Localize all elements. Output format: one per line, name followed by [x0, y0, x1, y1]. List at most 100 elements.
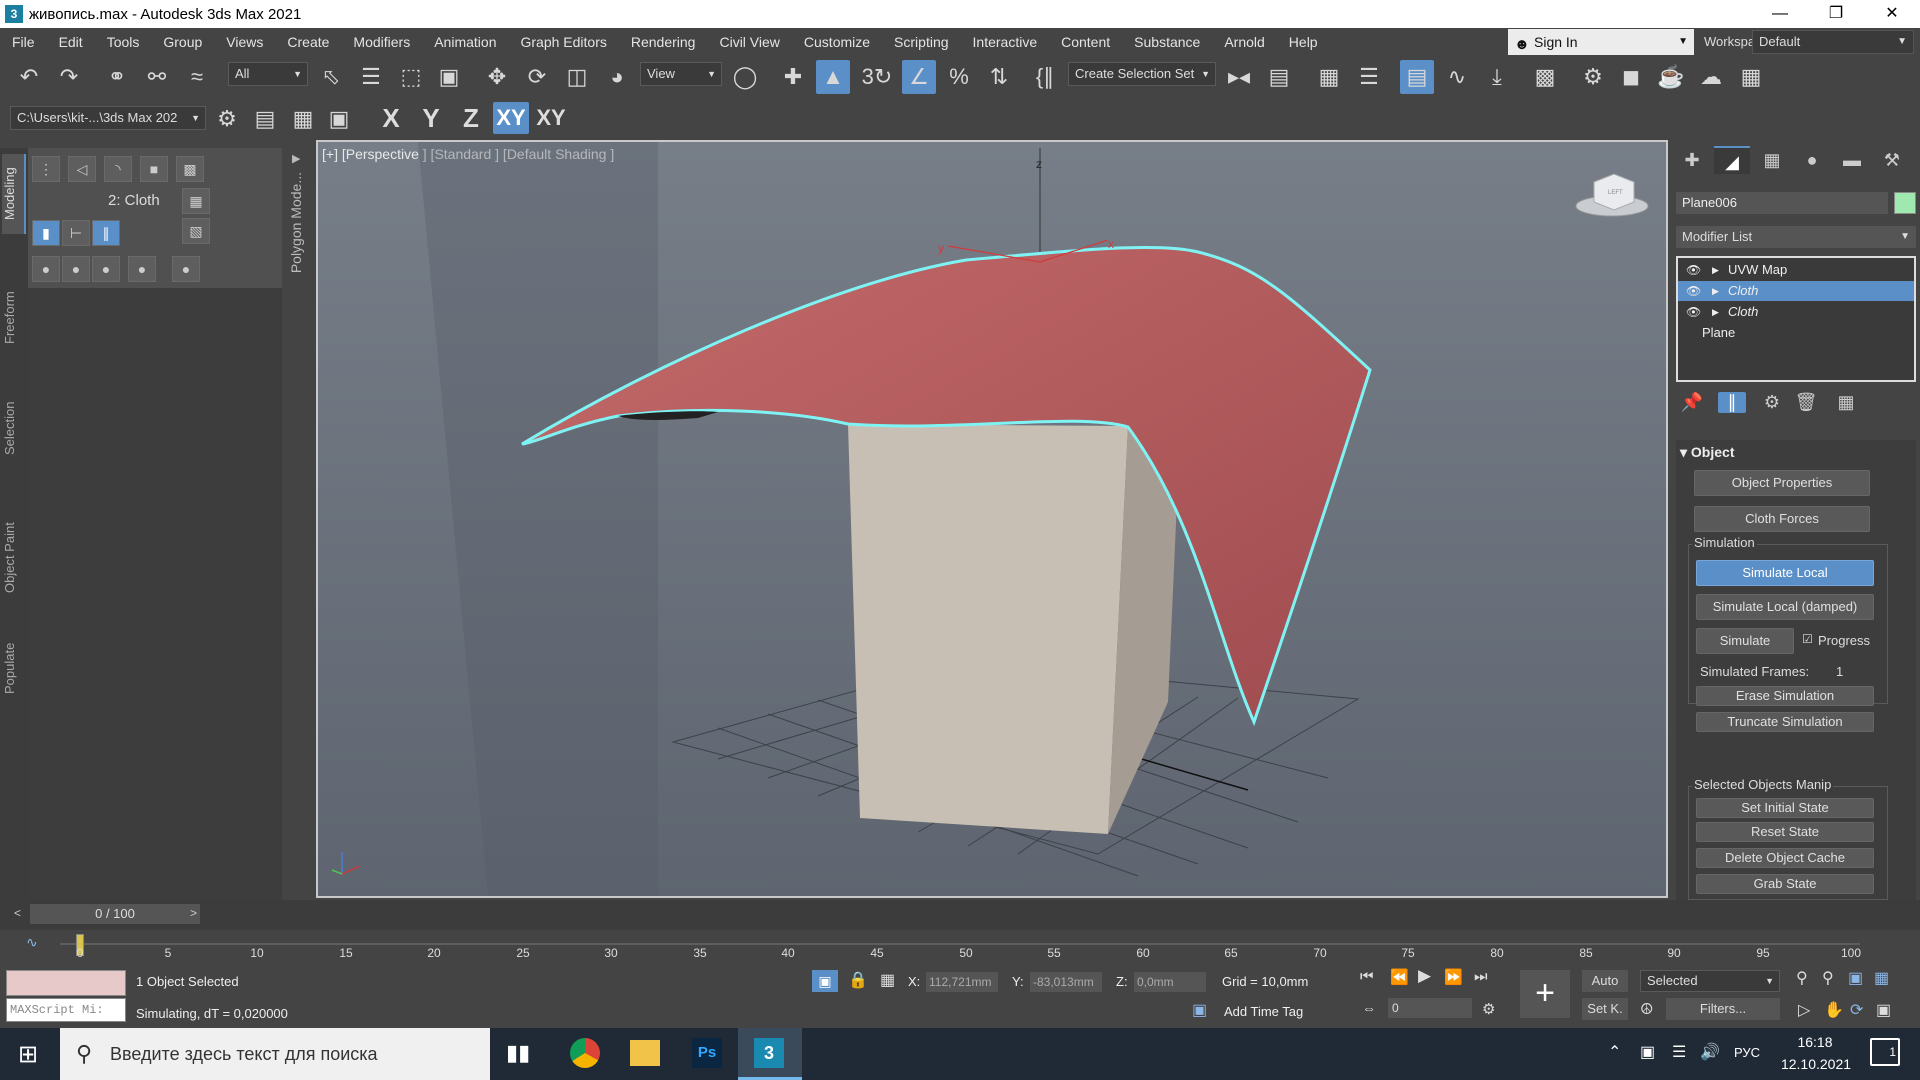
simulate-local-button[interactable]: Simulate Local — [1696, 560, 1874, 586]
notifications-icon[interactable]: 1 — [1870, 1038, 1900, 1066]
tab-object-paint[interactable]: Object Paint — [2, 508, 26, 608]
vertex-icon[interactable]: ⋮ — [32, 156, 60, 182]
menu-tools[interactable]: Tools — [95, 28, 152, 56]
field-of-view-icon[interactable]: ▷ — [1798, 1000, 1810, 1020]
project-folder-icon[interactable]: ▤ — [248, 102, 282, 136]
isolate-selection-icon[interactable]: ▣ — [812, 970, 838, 992]
play-icon[interactable]: ▶ — [1418, 966, 1431, 986]
menu-content[interactable]: Content — [1049, 28, 1122, 56]
render-grid-icon[interactable]: ▦ — [1734, 60, 1768, 94]
volume-icon[interactable]: 🔊 — [1700, 1042, 1720, 1062]
curve-editor-toggle-icon[interactable]: ∿ — [26, 934, 38, 951]
expand-icon[interactable]: ▶ — [1712, 281, 1719, 301]
mirror-icon[interactable]: ▸◂ — [1222, 60, 1256, 94]
key-filters-icon[interactable]: ☮ — [1640, 1000, 1653, 1018]
tab-freeform[interactable]: Freeform — [2, 278, 26, 358]
menu-animation[interactable]: Animation — [422, 28, 508, 56]
link-icon[interactable]: ⚭ — [100, 60, 134, 94]
maxscript-listener-output[interactable] — [6, 970, 126, 996]
constrain-z-button[interactable]: Z — [453, 102, 489, 134]
object-properties-button[interactable]: Object Properties — [1694, 470, 1870, 496]
modifier-list-dropdown[interactable]: Modifier List ▼ — [1676, 226, 1916, 248]
remove-modifier-icon[interactable]: 🗑 — [1792, 392, 1820, 413]
object-color-swatch[interactable] — [1894, 192, 1916, 214]
file-explorer-icon[interactable] — [630, 1040, 660, 1066]
zoom-all-icon[interactable]: ⚲ — [1822, 968, 1834, 988]
create-tab-icon[interactable]: ✚ — [1674, 146, 1710, 174]
menu-interactive[interactable]: Interactive — [961, 28, 1050, 56]
select-manipulate-icon[interactable]: ✚ — [776, 60, 810, 94]
x-coord-field[interactable]: 112,721mm — [926, 972, 998, 992]
expand-icon[interactable]: ▶ — [1712, 302, 1719, 322]
menu-views[interactable]: Views — [214, 28, 275, 56]
menu-scripting[interactable]: Scripting — [882, 28, 960, 56]
progress-checkbox[interactable]: ☑ — [1802, 632, 1813, 646]
maximize-viewport-icon[interactable]: ▣ — [1876, 1000, 1891, 1020]
keyboard-shortcut-override-icon[interactable]: ▲ — [816, 60, 850, 94]
menu-civil-view[interactable]: Civil View — [707, 28, 791, 56]
battery-icon[interactable]: ▣ — [1640, 1042, 1655, 1062]
toggle-ribbon-icon[interactable]: ▤ — [1400, 60, 1434, 94]
eye-icon[interactable]: 👁 — [1686, 302, 1701, 322]
select-object-icon[interactable]: ⬁ — [314, 60, 348, 94]
display-tab-icon[interactable]: ▬ — [1834, 146, 1870, 174]
go-to-end-icon[interactable]: ⏭ — [1474, 968, 1488, 985]
show-end-result-icon[interactable]: ⊢ — [62, 220, 90, 246]
rendered-frame-window-icon[interactable]: ◼ — [1614, 60, 1648, 94]
tab-selection[interactable]: Selection — [2, 388, 26, 468]
undo-icon[interactable]: ↶ — [12, 60, 46, 94]
render-setup-icon[interactable]: ⚙ — [1576, 60, 1610, 94]
constrain-xy-button[interactable]: XY — [493, 102, 529, 134]
motion-tab-icon[interactable]: ● — [1794, 146, 1830, 174]
time-config-icon[interactable]: ⚙ — [1482, 1000, 1495, 1018]
clock-date[interactable]: 12.10.2021 — [1774, 1056, 1858, 1072]
spinner-snap-icon[interactable]: ⇅ — [982, 60, 1016, 94]
previous-frame-icon[interactable]: ⏪ — [1390, 968, 1409, 986]
menu-edit[interactable]: Edit — [47, 28, 95, 56]
z-coord-field[interactable]: 0,0mm — [1134, 972, 1206, 992]
window-crossing-icon[interactable]: ▣ — [432, 60, 466, 94]
perspective-viewport[interactable]: [+] [Perspective ] [Standard ] [Default … — [316, 140, 1668, 898]
move-icon[interactable]: ✥ — [480, 60, 514, 94]
layer-explorer-icon[interactable]: ☰ — [1352, 60, 1386, 94]
expand-icon[interactable]: ▶ — [1712, 260, 1719, 280]
pin-stack-icon[interactable]: 📌 — [1678, 392, 1706, 413]
redo-icon[interactable]: ↷ — [52, 60, 86, 94]
edge-icon[interactable]: ◁ — [68, 156, 96, 182]
y-coord-field[interactable]: -83,013mm — [1030, 972, 1102, 992]
menu-file[interactable]: File — [0, 28, 47, 56]
erase-simulation-button[interactable]: Erase Simulation — [1696, 686, 1874, 706]
configure-modifier-sets-icon[interactable]: ▦ — [1832, 392, 1860, 413]
key-filter-selected-dropdown[interactable]: Selected ▼ — [1640, 970, 1780, 992]
time-slider[interactable]: 0 / 100 — [30, 904, 200, 924]
cloth-forces-button[interactable]: Cloth Forces — [1694, 506, 1870, 532]
project-save-icon[interactable]: ▣ — [322, 102, 356, 136]
current-frame-field[interactable]: 0 — [1388, 998, 1472, 1018]
set-initial-state-button[interactable]: Set Initial State — [1696, 798, 1874, 818]
preserve-uvs-icon[interactable]: ● — [32, 256, 60, 282]
constrain-xy-cycle-button[interactable]: XY — [533, 102, 569, 134]
schematic-view-icon[interactable]: ⤓ — [1480, 60, 1514, 94]
polygon-mode-panel[interactable]: ▶ Polygon Mode... — [284, 148, 312, 288]
zoom-icon[interactable]: ⚲ — [1796, 968, 1808, 988]
zoom-extents-icon[interactable]: ▣ — [1848, 968, 1863, 988]
simulate-button[interactable]: Simulate — [1696, 628, 1794, 654]
sign-in-dropdown[interactable]: ☻ Sign In ▼ — [1508, 29, 1694, 55]
pan-view-icon[interactable]: ✋ — [1824, 1000, 1844, 1020]
go-to-start-icon[interactable]: ⏮ — [1360, 968, 1374, 985]
stack-item-cloth[interactable]: 👁 ▶ Cloth — [1678, 302, 1914, 322]
clock-time[interactable]: 16:18 — [1790, 1034, 1840, 1050]
scene-explorer-icon[interactable]: ▦ — [1312, 60, 1346, 94]
windows-start-icon[interactable]: ⊞ — [18, 1040, 38, 1069]
tab-modeling[interactable]: Modeling — [2, 154, 26, 234]
menu-create[interactable]: Create — [275, 28, 341, 56]
eye-icon[interactable]: 👁 — [1686, 281, 1701, 301]
menu-customize[interactable]: Customize — [792, 28, 882, 56]
grab-state-button[interactable]: Grab State — [1696, 874, 1874, 894]
pivot-center-icon[interactable]: ◯ — [728, 60, 762, 94]
project-settings-icon[interactable]: ⚙ — [210, 102, 244, 136]
time-prev-button[interactable]: < — [14, 906, 21, 920]
project-path-dropdown[interactable]: C:\Users\kit-...\3ds Max 202 ▼ — [10, 106, 206, 130]
menu-graph-editors[interactable]: Graph Editors — [508, 28, 618, 56]
angle-snap-icon[interactable]: ∠ — [902, 60, 936, 94]
